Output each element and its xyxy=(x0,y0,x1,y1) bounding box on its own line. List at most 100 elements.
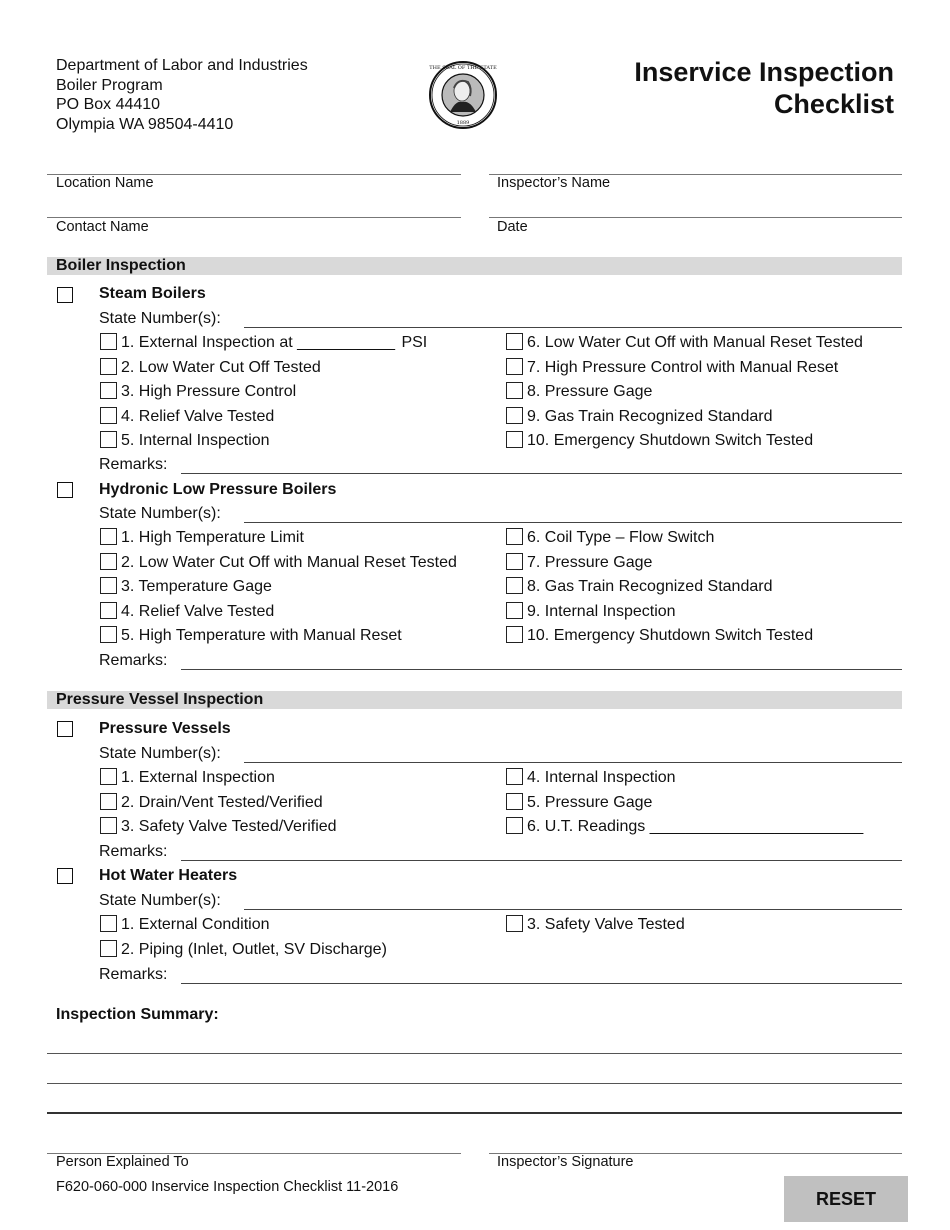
item-checkbox[interactable] xyxy=(100,333,117,350)
item-checkbox[interactable] xyxy=(100,817,117,834)
date-field[interactable] xyxy=(489,217,902,218)
checklist-item[interactable]: 2. Low Water Cut Off Tested xyxy=(100,356,427,381)
checklist-item[interactable]: 10. Emergency Shutdown Switch Tested xyxy=(506,624,813,649)
hot-water-heaters-checkbox[interactable] xyxy=(57,868,73,884)
item-label: 2. Piping (Inlet, Outlet, SV Discharge) xyxy=(121,940,387,958)
item-checkbox[interactable] xyxy=(100,528,117,545)
item-checkbox[interactable] xyxy=(100,431,117,448)
item-checkbox[interactable] xyxy=(100,601,117,619)
item-checkbox[interactable] xyxy=(100,577,117,594)
checklist-item[interactable]: 6. Coil Type – Flow Switch xyxy=(506,526,813,551)
checklist-item[interactable]: 3. Safety Valve Tested xyxy=(506,913,685,938)
item-checkbox[interactable] xyxy=(100,768,117,785)
item-checkbox[interactable] xyxy=(100,626,117,643)
checklist-item[interactable]: 5. Pressure Gage xyxy=(506,791,863,816)
checklist-item[interactable]: 2. Drain/Vent Tested/Verified xyxy=(100,791,337,816)
hydronic-boilers-checkbox[interactable] xyxy=(57,482,73,498)
checklist-item[interactable]: 6. Low Water Cut Off with Manual Reset T… xyxy=(506,331,863,356)
item-label: 4. Relief Valve Tested xyxy=(121,602,275,620)
item-checkbox[interactable] xyxy=(506,528,523,545)
steam-boilers-checkbox[interactable] xyxy=(57,287,73,303)
item-label: 3. Safety Valve Tested xyxy=(527,916,685,933)
item-checkbox[interactable] xyxy=(506,333,523,350)
item-label: 4. Relief Valve Tested xyxy=(121,407,275,425)
ut-readings-blank-input[interactable]: ________________________ xyxy=(650,818,864,835)
checklist-item[interactable]: 5. High Temperature with Manual Reset xyxy=(100,624,457,649)
address-line: Olympia WA 98504-4410 xyxy=(56,115,234,133)
remarks-label: Remarks: xyxy=(99,966,168,983)
item-checkbox[interactable] xyxy=(506,626,523,643)
checklist-item[interactable]: 6. U.T. Readings _______________________… xyxy=(506,815,863,840)
checklist-item[interactable]: 5. Internal Inspection xyxy=(100,429,427,454)
item-checkbox[interactable] xyxy=(506,577,523,594)
checklist-item[interactable]: 4. Relief Valve Tested xyxy=(100,405,427,430)
state-seal-icon: THE SEAL OF THE STATE 1889 xyxy=(428,60,498,130)
checklist-item[interactable]: 8. Pressure Gage xyxy=(506,380,863,405)
hydronic-state-numbers-input[interactable] xyxy=(244,522,902,523)
item-label: 9. Gas Train Recognized Standard xyxy=(527,407,773,425)
summary-line-2[interactable] xyxy=(47,1083,902,1084)
checklist-item[interactable]: 4. Internal Inspection xyxy=(506,766,863,791)
item-checkbox[interactable] xyxy=(506,817,523,834)
psi-blank-input[interactable]: ___________ xyxy=(297,334,395,351)
item-checkbox[interactable] xyxy=(506,382,523,399)
pv-state-numbers-input[interactable] xyxy=(244,762,902,763)
checklist-item[interactable]: 7. High Pressure Control with Manual Res… xyxy=(506,356,863,381)
steam-state-numbers-input[interactable] xyxy=(244,327,902,328)
contact-name-label: Contact Name xyxy=(56,219,149,235)
checklist-item[interactable]: 1. External Inspection at ___________ PS… xyxy=(100,331,427,356)
item-label: 2. Low Water Cut Off Tested xyxy=(121,358,321,376)
svg-text:1889: 1889 xyxy=(457,120,470,126)
hwh-remarks-input[interactable] xyxy=(181,983,902,984)
pv-right-column: 4. Internal Inspection 5. Pressure Gage … xyxy=(506,766,863,840)
hwh-right-column: 3. Safety Valve Tested xyxy=(506,913,685,938)
agency-address: Department of Labor and Industries Boile… xyxy=(56,56,308,134)
item-label: 1. External Condition xyxy=(121,916,270,933)
item-checkbox[interactable] xyxy=(100,357,117,375)
summary-line-1[interactable] xyxy=(47,1053,902,1054)
reset-button[interactable]: RESET xyxy=(784,1176,908,1222)
checklist-item[interactable]: 8. Gas Train Recognized Standard xyxy=(506,575,813,600)
item-checkbox[interactable] xyxy=(506,792,523,810)
checklist-item[interactable]: 1. External Inspection xyxy=(100,766,337,791)
checklist-item[interactable]: 3. High Pressure Control xyxy=(100,380,427,405)
checklist-item[interactable]: 10. Emergency Shutdown Switch Tested xyxy=(506,429,863,454)
item-checkbox[interactable] xyxy=(506,768,523,785)
item-checkbox[interactable] xyxy=(100,406,117,424)
checklist-item[interactable]: 9. Internal Inspection xyxy=(506,600,813,625)
item-checkbox[interactable] xyxy=(506,431,523,448)
steam-remarks-input[interactable] xyxy=(181,473,902,474)
section-heading-pressure-vessel-inspection: Pressure Vessel Inspection xyxy=(47,691,902,709)
item-label: 9. Internal Inspection xyxy=(527,602,676,620)
item-checkbox[interactable] xyxy=(506,357,523,375)
checklist-item[interactable]: 3. Safety Valve Tested/Verified xyxy=(100,815,337,840)
pressure-vessels-checkbox[interactable] xyxy=(57,721,73,737)
steam-left-column: 1. External Inspection at ___________ PS… xyxy=(100,331,427,454)
item-checkbox[interactable] xyxy=(506,601,523,619)
title-line-1: Inservice Inspection xyxy=(634,57,894,87)
item-checkbox[interactable] xyxy=(100,939,117,957)
hydronic-remarks-input[interactable] xyxy=(181,669,902,670)
item-checkbox[interactable] xyxy=(506,406,523,424)
hydronic-left-column: 1. High Temperature Limit 2. Low Water C… xyxy=(100,526,457,649)
item-label: 1. High Temperature Limit xyxy=(121,529,304,546)
item-checkbox[interactable] xyxy=(506,915,523,932)
hot-water-heaters-title: Hot Water Heaters xyxy=(99,867,238,884)
pv-remarks-input[interactable] xyxy=(181,860,902,861)
item-checkbox[interactable] xyxy=(506,552,523,570)
checklist-item[interactable]: 1. High Temperature Limit xyxy=(100,526,457,551)
checklist-item[interactable]: 2. Piping (Inlet, Outlet, SV Discharge) xyxy=(100,938,387,963)
hwh-state-numbers-input[interactable] xyxy=(244,909,902,910)
checklist-item[interactable]: 9. Gas Train Recognized Standard xyxy=(506,405,863,430)
checklist-item[interactable]: 4. Relief Valve Tested xyxy=(100,600,457,625)
item-checkbox[interactable] xyxy=(100,552,117,570)
checklist-item[interactable]: 2. Low Water Cut Off with Manual Reset T… xyxy=(100,551,457,576)
item-checkbox[interactable] xyxy=(100,915,117,932)
checklist-item[interactable]: 3. Temperature Gage xyxy=(100,575,457,600)
checklist-item[interactable]: 7. Pressure Gage xyxy=(506,551,813,576)
checklist-item[interactable]: 1. External Condition xyxy=(100,913,387,938)
contact-name-field[interactable] xyxy=(47,217,461,218)
item-checkbox[interactable] xyxy=(100,792,117,810)
item-checkbox[interactable] xyxy=(100,382,117,399)
summary-line-3[interactable] xyxy=(47,1112,902,1114)
